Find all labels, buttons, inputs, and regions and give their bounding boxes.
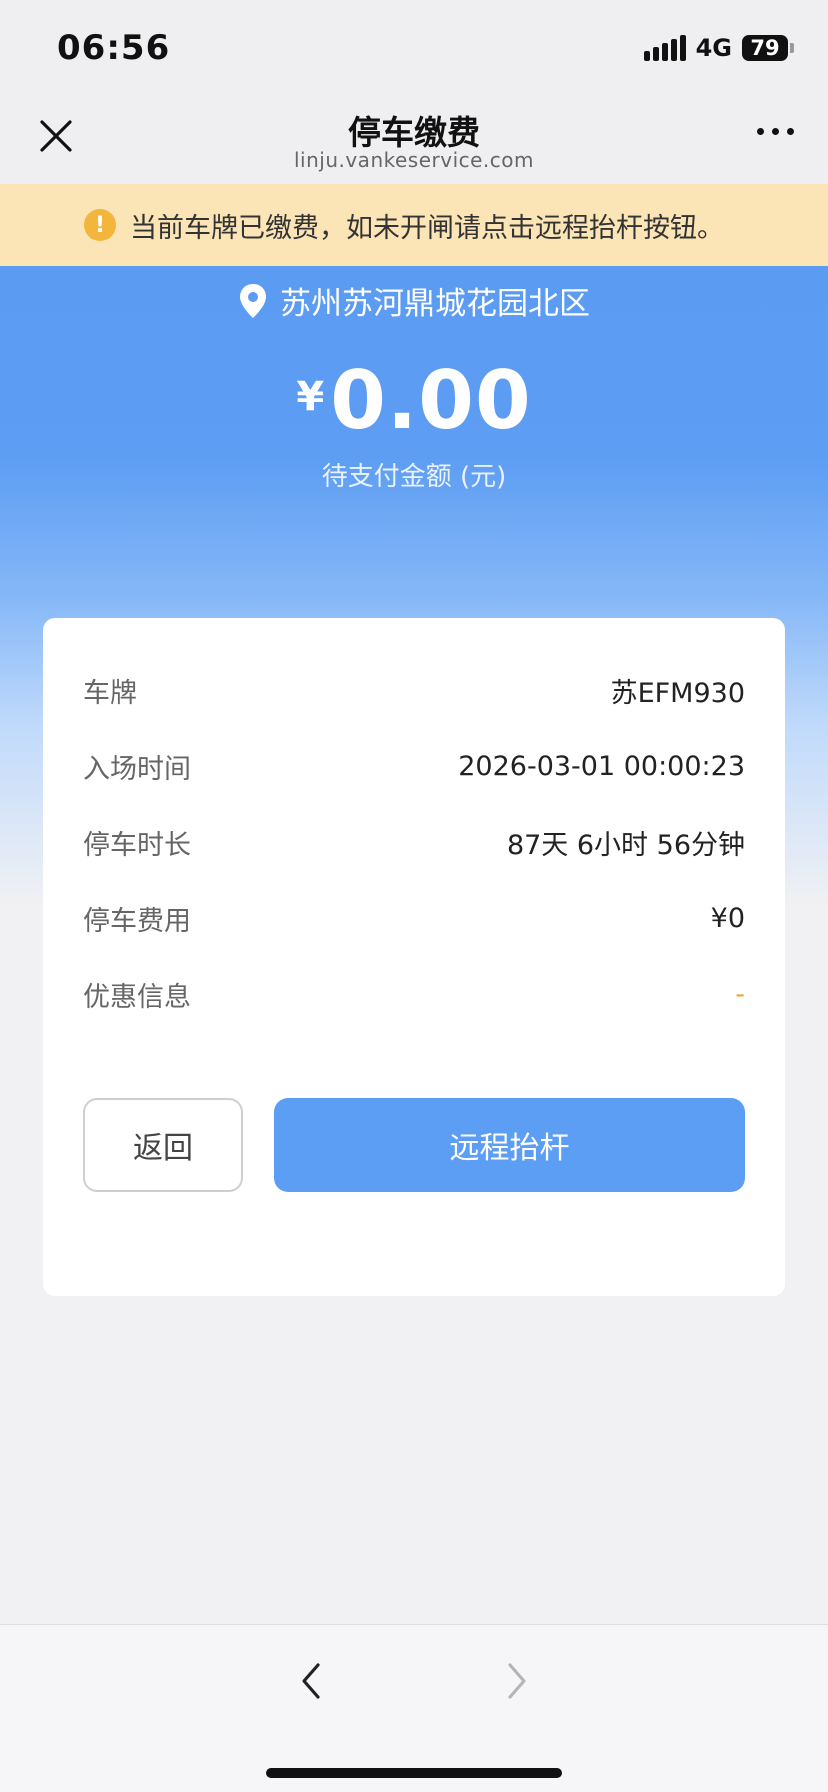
status-bar: 06:56 4G 79: [0, 0, 828, 96]
location-name: 苏州苏河鼎城花园北区: [280, 286, 590, 322]
amount-due: ¥0.00: [0, 354, 828, 447]
notice-text: 当前车牌已缴费，如未开闸请点击远程抬杆按钮。: [130, 212, 724, 244]
detail-label: 入场时间: [83, 753, 191, 785]
chevron-left-icon[interactable]: [296, 1659, 326, 1703]
detail-row-fee: 停车费用 ¥0: [83, 898, 745, 938]
currency-symbol: ¥: [296, 374, 325, 420]
browser-toolbar: [0, 1624, 828, 1792]
battery-icon: 79: [742, 35, 794, 61]
remote-lift-button[interactable]: 远程抬杆: [274, 1098, 745, 1192]
detail-label: 停车费用: [83, 905, 191, 937]
location: 苏州苏河鼎城花园北区: [0, 278, 828, 323]
warning-icon: !: [84, 209, 116, 241]
detail-value: 2026-03-01 00:00:23: [458, 750, 745, 782]
status-indicators: 4G 79: [643, 34, 794, 62]
detail-row-plate: 车牌 苏EFM930: [83, 670, 745, 710]
more-icon[interactable]: [757, 128, 794, 135]
amount-caption: 待支付金额 (元): [321, 462, 507, 492]
detail-row-entry-time: 入场时间 2026-03-01 00:00:23: [83, 746, 745, 786]
nav-bar: 停车缴费 linju.vankeservice.com: [0, 96, 828, 184]
notice-banner: ! 当前车牌已缴费，如未开闸请点击远程抬杆按钮。: [0, 184, 828, 266]
amount-value: 0.00: [330, 354, 532, 447]
network-type: 4G: [695, 34, 732, 62]
detail-value: -: [735, 978, 745, 1010]
back-button[interactable]: 返回: [83, 1098, 243, 1192]
page: 06:56 4G 79 停车缴费 linju.vankeservice.com …: [0, 0, 828, 1792]
battery-tip: [790, 43, 794, 53]
chevron-right-icon[interactable]: [502, 1659, 532, 1703]
detail-row-discount: 优惠信息 -: [83, 974, 745, 1014]
detail-value: 苏EFM930: [610, 677, 745, 709]
signal-icon: [643, 35, 686, 61]
parking-detail-card: 车牌 苏EFM930 入场时间 2026-03-01 00:00:23 停车时长…: [43, 618, 785, 1296]
home-indicator[interactable]: [266, 1768, 562, 1778]
detail-row-duration: 停车时长 87天 6小时 56分钟: [83, 822, 745, 862]
detail-label: 车牌: [83, 677, 137, 709]
battery-level: 79: [742, 35, 788, 61]
detail-label: 优惠信息: [83, 981, 191, 1013]
page-title: 停车缴费: [348, 113, 480, 152]
detail-value: 87天 6小时 56分钟: [506, 829, 745, 861]
status-time: 06:56: [57, 28, 171, 68]
detail-label: 停车时长: [83, 829, 191, 861]
location-pin-icon: [240, 283, 266, 318]
detail-value: ¥0: [710, 902, 745, 934]
page-url: linju.vankeservice.com: [293, 148, 535, 172]
